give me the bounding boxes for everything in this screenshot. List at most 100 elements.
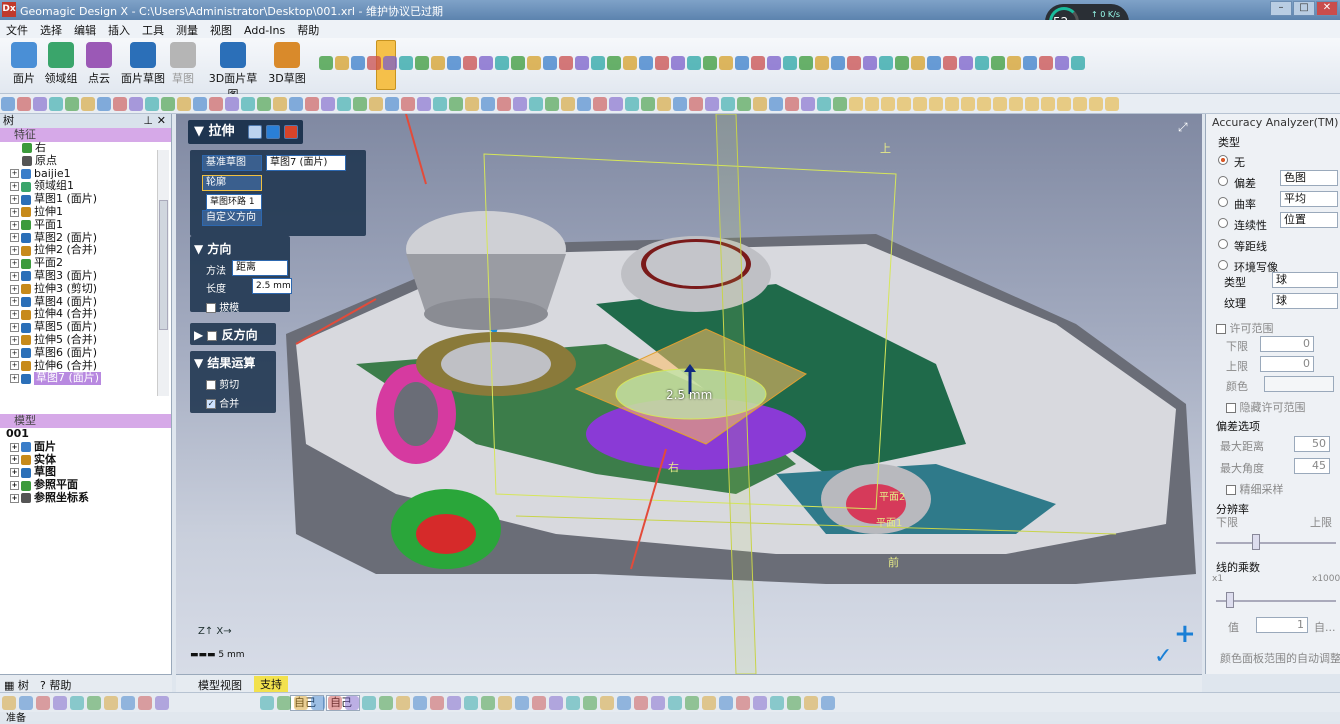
ribbon-3d-sketch-button[interactable]: 3D草图 [268,40,306,90]
expand-icon[interactable]: + [10,271,19,281]
tool-icon[interactable] [321,97,335,111]
tool-icon[interactable] [736,696,750,710]
expand-icon[interactable]: + [10,481,19,491]
radio-button[interactable] [1218,260,1228,270]
tool-icon[interactable] [498,696,512,710]
tool-icon[interactable] [735,56,749,70]
tool-icon[interactable] [702,696,716,710]
base-sketch-select[interactable]: 草图7 (面片) [266,155,346,171]
dimension-label[interactable]: 2.5 mm [666,388,712,402]
tool-icon[interactable] [97,97,111,111]
tool-icon[interactable] [623,56,637,70]
tool-icon[interactable] [447,696,461,710]
fine-sampling-checkbox[interactable]: 精细采样 [1206,481,1340,499]
tab-support[interactable]: 支持 [254,676,288,692]
expand-icon[interactable]: + [10,220,19,230]
ribbon-3d-mesh-sketch-button[interactable]: 3D面片草图 [204,40,262,101]
tool-icon[interactable] [609,97,623,111]
expand-icon[interactable]: + [10,207,19,217]
model-section-header[interactable]: 模型 [0,414,171,428]
tab-tree[interactable]: ▦ 树 [4,677,29,693]
radio-button[interactable] [1218,239,1228,249]
tree-feature-item[interactable]: + 草图3 (面片) [0,269,171,283]
tool-icon[interactable] [737,97,751,111]
ribbon-sketch-button[interactable]: 草图 [170,40,196,90]
tool-icon[interactable] [721,97,735,111]
menu-tools[interactable]: 工具 [136,20,170,40]
tool-icon[interactable] [401,97,415,111]
tool-icon[interactable] [33,97,47,111]
tool-icon[interactable] [36,696,50,710]
tab-help[interactable]: ? 帮助 [40,677,71,693]
tool-icon[interactable] [847,56,861,70]
expand-icon[interactable]: + [10,195,19,205]
draft-checkbox[interactable]: 拔模 [206,299,239,314]
menu-file[interactable]: 文件 [0,20,34,40]
tool-icon[interactable] [1041,97,1055,111]
tool-icon[interactable] [369,97,383,111]
texture-select[interactable]: 球 [1272,293,1338,309]
tree-feature-item[interactable]: + 草图7 (面片) [0,372,171,386]
tool-icon[interactable] [113,97,127,111]
expand-icon[interactable]: + [10,246,19,256]
tool-icon[interactable] [575,56,589,70]
tool-icon[interactable] [641,97,655,111]
tool-icon[interactable] [481,97,495,111]
tool-icon[interactable] [815,56,829,70]
color-picker[interactable] [1264,376,1334,392]
minimize-button[interactable]: – [1270,1,1292,16]
ribbon-mesh-sketch-button[interactable]: 面片草图 [120,40,166,90]
tree-feature-item[interactable]: + 拉伸2 (合并) [0,244,171,257]
expand-icon[interactable]: + [10,361,19,371]
tool-icon[interactable] [209,97,223,111]
tool-icon[interactable] [449,97,463,111]
tool-icon[interactable] [479,56,493,70]
tool-icon[interactable] [821,696,835,710]
tool-icon[interactable] [817,97,831,111]
tool-icon[interactable] [1073,97,1087,111]
tool-icon[interactable] [945,97,959,111]
profile-loop-field[interactable]: 草图环路 1 [206,194,262,210]
tool-icon[interactable] [583,696,597,710]
tool-icon[interactable] [785,97,799,111]
tool-icon[interactable] [87,696,101,710]
merge-checkbox[interactable]: ✓ 合并 [206,395,239,410]
tool-icon[interactable] [804,696,818,710]
tool-icon[interactable] [783,56,797,70]
tool-icon[interactable] [328,696,342,710]
tab-model-view[interactable]: 模型视图 [198,677,242,693]
analyzer-type-option[interactable]: 等距线 [1206,236,1340,254]
tool-icon[interactable] [1009,97,1023,111]
tree-feature-item[interactable]: + 拉伸1 [0,205,171,219]
tool-icon[interactable] [673,97,687,111]
expand-icon[interactable]: + [10,233,19,243]
tool-icon[interactable] [463,56,477,70]
tool-icon[interactable] [161,97,175,111]
tool-icon[interactable] [927,56,941,70]
tool-icon[interactable] [362,696,376,710]
tool-icon[interactable] [1,97,15,111]
tool-icon[interactable] [865,97,879,111]
direction-title[interactable]: ▼ 方向 [194,240,231,257]
tool-icon[interactable] [657,97,671,111]
tool-icon[interactable] [751,56,765,70]
tree-model-item[interactable]: + 草图 [0,466,171,479]
tool-icon[interactable] [260,696,274,710]
tool-icon[interactable] [671,56,685,70]
tool-icon[interactable] [549,696,563,710]
tool-icon[interactable] [833,97,847,111]
tool-icon[interactable] [607,56,621,70]
tool-icon[interactable] [1057,97,1071,111]
ribbon-region-group-button[interactable]: 领域组 [42,40,80,90]
tool-icon[interactable] [353,97,367,111]
tool-icon[interactable] [639,56,653,70]
radio-button[interactable] [1218,155,1228,165]
menu-select[interactable]: 选择 [34,20,68,40]
tool-icon[interactable] [753,696,767,710]
tool-icon[interactable] [532,696,546,710]
tool-icon[interactable] [593,97,607,111]
tool-icon[interactable] [193,97,207,111]
tool-icon[interactable] [975,56,989,70]
tool-icon[interactable] [977,97,991,111]
radio-button[interactable] [1218,176,1228,186]
